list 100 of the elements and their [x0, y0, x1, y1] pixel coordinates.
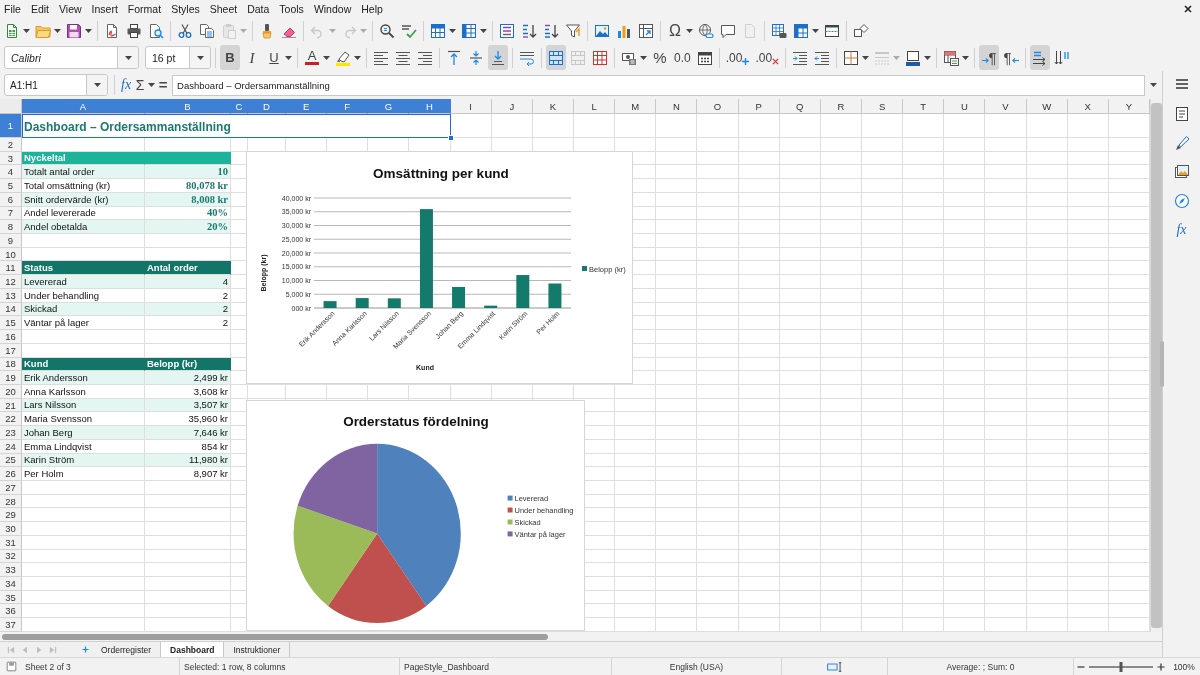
highlighter-icon — [335, 49, 351, 66]
table-cell: 10 — [145, 165, 231, 180]
dropdown-button[interactable] — [117, 47, 138, 68]
row-header[interactable]: 9 — [0, 234, 22, 248]
ltr-button[interactable]: ¶ — [979, 45, 1000, 70]
row-header[interactable]: 1 — [0, 114, 22, 138]
column-header[interactable]: O — [697, 99, 739, 114]
caret-icon — [893, 55, 901, 60]
row-header[interactable]: 36 — [0, 604, 22, 619]
column-header[interactable]: G — [368, 99, 410, 114]
sheet-tab[interactable]: Instruktioner — [224, 642, 291, 657]
row-header[interactable]: 16 — [0, 330, 22, 344]
delete-decimal-button[interactable]: .00 — [753, 45, 782, 70]
caret-icon — [924, 55, 932, 60]
row-header[interactable]: 12 — [0, 275, 22, 289]
menu-item[interactable]: View — [54, 1, 87, 17]
row-header[interactable]: 2 — [0, 138, 22, 152]
function-wizard-button[interactable]: fx — [119, 74, 134, 96]
rtl-button[interactable]: ¶ — [1001, 45, 1022, 70]
row-header[interactable]: 26 — [0, 467, 22, 481]
percent-button[interactable]: % — [650, 45, 670, 70]
row-header[interactable]: 4 — [0, 165, 22, 180]
sidebar-handle[interactable] — [1160, 341, 1164, 387]
formula-input[interactable]: Dashboard – Ordersammanställning — [172, 74, 1145, 96]
font-color-button[interactable]: A — [302, 45, 322, 70]
column-header[interactable]: N — [656, 99, 698, 114]
column-header[interactable]: W — [1026, 99, 1068, 114]
table-cell: Anna Karlsson — [22, 384, 145, 399]
scrollbar-thumb[interactable] — [2, 633, 548, 640]
column-header[interactable]: L — [574, 99, 616, 114]
table-cell: 3,608 kr — [145, 384, 231, 399]
column-header[interactable]: E — [286, 99, 328, 114]
underline-button[interactable]: U — [264, 45, 284, 70]
sheet-tab[interactable]: Dashboard — [161, 642, 225, 657]
column-header[interactable]: V — [985, 99, 1027, 114]
zoom-in-button[interactable] — [1156, 661, 1166, 672]
column-header[interactable]: H — [409, 99, 451, 114]
dropdown-button[interactable] — [189, 47, 210, 68]
column-header[interactable]: P — [738, 99, 780, 114]
menu-item[interactable]: Help — [356, 1, 388, 17]
column-header[interactable]: F — [327, 99, 369, 114]
row-header[interactable]: 33 — [0, 563, 22, 577]
menu-item[interactable]: Format — [122, 1, 167, 17]
row-header[interactable]: 8 — [0, 220, 22, 235]
caret-icon — [812, 29, 819, 33]
column-header[interactable]: S — [862, 99, 904, 114]
menu-item[interactable]: File — [0, 1, 26, 17]
bold-button[interactable]: B — [220, 45, 240, 70]
merge-center-button[interactable] — [546, 45, 566, 70]
menu-item[interactable]: Insert — [86, 1, 123, 17]
close-button[interactable] — [1183, 4, 1193, 14]
sum-button[interactable]: Σ — [133, 74, 148, 96]
special-character-button[interactable]: Ω — [665, 20, 685, 42]
row-header[interactable]: 34 — [0, 577, 22, 591]
caret-icon — [640, 55, 647, 60]
row-header[interactable]: 15 — [0, 316, 22, 331]
row-header[interactable]: 29 — [0, 508, 22, 523]
column-header[interactable]: J — [491, 99, 533, 114]
formula-button[interactable]: = — [156, 74, 171, 96]
column-header[interactable]: Y — [1108, 99, 1150, 114]
align-bottom-button[interactable] — [488, 45, 508, 70]
column-header[interactable]: K — [532, 99, 574, 114]
column-header[interactable]: D — [248, 99, 286, 114]
menu-item[interactable]: Window — [308, 1, 357, 17]
column-header[interactable]: I — [450, 99, 492, 114]
column-header[interactable]: B — [145, 99, 231, 114]
slider-thumb[interactable] — [1119, 661, 1123, 672]
menu-item[interactable]: Data — [242, 1, 275, 17]
menu-item[interactable]: Tools — [274, 1, 309, 17]
row-header[interactable]: 22 — [0, 412, 22, 427]
row-header[interactable]: 19 — [0, 371, 22, 385]
row-header[interactable]: 11 — [0, 261, 22, 276]
menu-item[interactable]: Sheet — [204, 1, 243, 17]
add-decimal-button[interactable]: .00 — [723, 45, 752, 70]
row-header[interactable]: 5 — [0, 179, 22, 193]
name-box[interactable]: A1:H1 — [4, 74, 108, 96]
close-icon — [1184, 5, 1192, 13]
column-header[interactable]: M — [615, 99, 657, 114]
number-button[interactable]: 0.0 — [672, 45, 693, 70]
column-header[interactable]: A — [22, 99, 145, 114]
caret-icon — [285, 55, 292, 60]
font-name-field[interactable]: Calibri — [4, 46, 139, 69]
dropdown-button[interactable] — [86, 75, 107, 95]
menu-item[interactable]: Styles — [166, 1, 205, 17]
row-header[interactable]: 37 — [0, 618, 22, 632]
column-header[interactable]: U — [944, 99, 986, 114]
row-header[interactable]: 30 — [0, 522, 22, 536]
italic-button[interactable]: I — [242, 45, 262, 70]
menu-item[interactable]: Edit — [25, 1, 54, 17]
column-header[interactable]: X — [1067, 99, 1109, 114]
functions-button[interactable]: fx — [1169, 219, 1194, 241]
fill-handle[interactable] — [448, 135, 454, 141]
column-header[interactable]: C — [231, 99, 248, 114]
row-header[interactable]: 23 — [0, 426, 22, 440]
arrow-icon — [981, 57, 989, 64]
column-header[interactable]: T — [903, 99, 945, 114]
column-header[interactable]: R — [820, 99, 862, 114]
text-ltr-button[interactable] — [1030, 45, 1051, 70]
font-size-field[interactable]: 16 pt — [145, 46, 211, 69]
column-header[interactable]: Q — [779, 99, 821, 114]
